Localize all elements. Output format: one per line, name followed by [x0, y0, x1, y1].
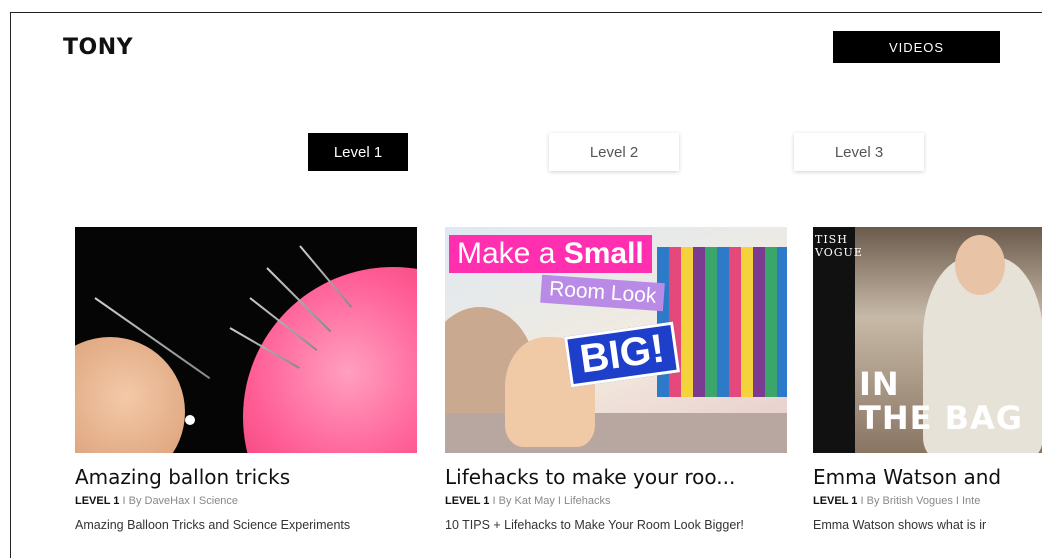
video-meta: LEVEL 1 I By Kat May I Lifehacks [445, 495, 787, 507]
level-badge: LEVEL 1 [445, 495, 490, 507]
site-logo[interactable]: TONY [63, 35, 133, 60]
balloon-image [243, 267, 417, 453]
tab-level-2[interactable]: Level 2 [549, 133, 679, 171]
cursor-dot [185, 415, 195, 425]
video-meta: LEVEL 1 I By DaveHax I Science [75, 495, 417, 507]
video-title[interactable]: Lifehacks to make your roo... [445, 465, 787, 489]
video-description: Emma Watson shows what is ir [813, 518, 987, 532]
tab-level-1[interactable]: Level 1 [308, 133, 408, 171]
video-card[interactable]: Make a Small Room Look BIG! Lifehacks to… [445, 227, 787, 533]
level-badge: LEVEL 1 [813, 495, 858, 507]
thumbnail-caption: IN THE BAG [859, 365, 1024, 437]
clothes-rack-image [657, 247, 787, 397]
thumbnail-text-line1: Make a Small [449, 235, 652, 273]
video-card[interactable]: TISH VOGUE IN THE BAG Emma Watson and LE… [813, 227, 1042, 533]
video-meta: LEVEL 1 I By British Vogues I Inte [813, 495, 1042, 507]
author-category: I By Kat May I Lifehacks [489, 495, 611, 507]
videos-nav-button[interactable]: VIDEOS [833, 31, 1000, 63]
level-tabs: Level 1 Level 2 Level 3 [11, 133, 1042, 171]
page-frame: TONY VIDEOS Level 1 Level 2 Level 3 Amaz… [10, 12, 1042, 558]
author-category: I By British Vogues I Inte [857, 495, 981, 507]
video-title[interactable]: Emma Watson and [813, 465, 1042, 489]
tab-level-3[interactable]: Level 3 [794, 133, 924, 171]
face-image [955, 235, 1005, 295]
video-thumbnail[interactable]: Make a Small Room Look BIG! [445, 227, 787, 453]
level-badge: LEVEL 1 [75, 495, 120, 507]
author-category: I By DaveHax I Science [119, 495, 239, 507]
video-card[interactable]: Amazing ballon tricks LEVEL 1 I By DaveH… [75, 227, 417, 533]
video-title[interactable]: Amazing ballon tricks [75, 465, 417, 489]
thumbnail-text-line2: Room Look [540, 274, 666, 312]
finger-image [75, 337, 185, 453]
video-thumbnail[interactable] [75, 227, 417, 453]
video-thumbnail[interactable]: TISH VOGUE IN THE BAG [813, 227, 1042, 453]
floor-image [445, 413, 787, 453]
video-description: Amazing Balloon Tricks and Science Exper… [75, 518, 351, 532]
vogue-logo: TISH VOGUE [813, 227, 862, 453]
video-card-list: Amazing ballon tricks LEVEL 1 I By DaveH… [11, 227, 1042, 558]
video-description: 10 TIPS + Lifehacks to Make Your Room Lo… [445, 518, 744, 532]
